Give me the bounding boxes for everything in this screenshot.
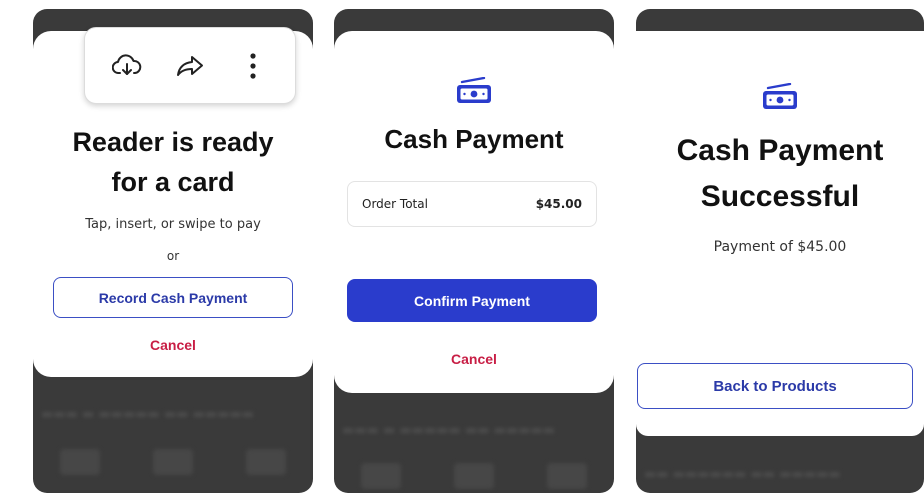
payment-amount-text: Payment of $45.00 [713,239,847,255]
payment-success-title-line1: Cash Payment [676,134,884,167]
order-total-label: Order Total [362,197,428,211]
confirm-payment-button[interactable]: Confirm Payment [347,279,597,322]
toolbar-popover [84,27,296,104]
background-blur-row [334,463,614,489]
reader-ready-subtitle: Tap, insert, or swipe to pay [85,217,261,232]
cash-icon [763,83,797,109]
or-separator: or [166,249,180,263]
order-total-amount: $45.00 [535,197,582,211]
more-vertical-icon[interactable] [235,48,271,84]
background-blur-text: ▬▬▬ ▬ ▬▬▬▬▬ ▬▬ ▬▬▬▬▬ [41,407,255,422]
phone-screen-payment-successful: ▬▬ ▬▬▬▬▬▬ ▬▬ ▬▬▬▬▬ Cash Payment Successf… [636,9,924,493]
record-cash-payment-button[interactable]: Record Cash Payment [53,277,293,318]
order-total-row: Order Total $45.00 [347,181,597,227]
background-blur-text: ▬▬ ▬▬▬▬▬▬ ▬▬ ▬▬▬▬▬ [644,467,841,482]
reader-ready-title-line1: Reader is ready [72,127,274,157]
back-to-products-button[interactable]: Back to Products [637,363,913,409]
cloud-download-icon[interactable] [109,48,145,84]
cash-payment-title: Cash Payment [384,124,564,154]
cash-payment-sheet: Cash Payment Order Total $45.00 Confirm … [334,31,614,393]
cash-icon [457,77,491,103]
payment-success-title-line2: Successful [700,180,860,213]
cancel-button[interactable]: Cancel [334,351,614,367]
background-blur-row [33,449,313,475]
phone-screen-cash-payment: ▬▬▬ ▬ ▬▬▬▬▬ ▬▬ ▬▬▬▬▬ Cash Payment Order … [334,9,614,493]
share-arrow-icon[interactable] [172,48,208,84]
reader-ready-title-line2: for a card [111,167,235,197]
stage: ▬▬▬ ▬ ▬▬▬▬▬ ▬▬ ▬▬▬▬▬ Reader is ready for… [0,0,924,500]
payment-success-sheet: Cash Payment Successful Payment of $45.0… [636,31,924,436]
background-blur-text: ▬▬▬ ▬ ▬▬▬▬▬ ▬▬ ▬▬▬▬▬ [342,423,556,438]
cancel-button[interactable]: Cancel [33,337,313,353]
